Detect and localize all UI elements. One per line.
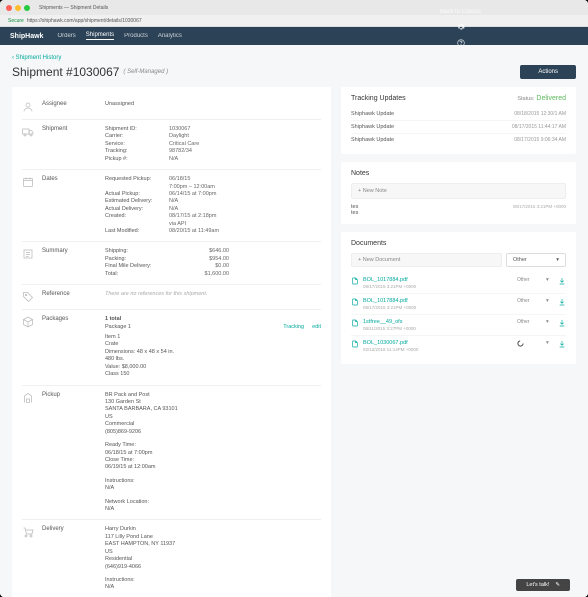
- chevron-down-icon[interactable]: ▾: [546, 319, 554, 325]
- pickup-icon: [22, 392, 34, 514]
- delivery-icon: [22, 526, 34, 591]
- file-icon: [351, 298, 359, 306]
- document-filter-select[interactable]: Other ▾: [506, 253, 566, 267]
- delivery-label: Delivery: [42, 526, 97, 591]
- truck-icon: [22, 126, 34, 163]
- download-icon[interactable]: [558, 298, 566, 306]
- notes-panel: Notes + New Note tes tes08/17/2015 3:21P…: [341, 162, 576, 224]
- chevron-down-icon[interactable]: ▾: [546, 298, 554, 304]
- page-title: Shipment #1030067: [12, 65, 119, 79]
- notes-title: Notes: [351, 170, 369, 177]
- chat-icon: ✎: [555, 582, 560, 588]
- package-name: Package 1: [105, 324, 131, 331]
- status-label: Status:: [517, 96, 534, 102]
- reference-label: Reference: [42, 291, 97, 303]
- details-panel: Assignee Unassigned Shipment Shipment ID…: [12, 87, 331, 597]
- delivery-instructions: Instructions: N/A: [105, 577, 321, 592]
- pickup-network: Network Location: N/A: [105, 499, 321, 514]
- file-icon: [351, 277, 359, 285]
- pickup-label: Pickup: [42, 392, 97, 514]
- document-item: BOL_1030067.pdf02/12/2018 11:14PM +0000 …: [351, 336, 566, 356]
- nav-shipments[interactable]: Shipments: [86, 32, 114, 40]
- tab-title: Shipments — Shipment Details: [39, 5, 108, 11]
- delivery-address: Harry Durkin 117 Lilly Pond Lane EAST HA…: [105, 526, 321, 571]
- tracking-item[interactable]: Shiphawk Update08/17/2015 11:44:17 AM: [351, 121, 566, 134]
- maximize-window[interactable]: [24, 5, 30, 11]
- documents-panel: Documents + New Document Other ▾ BOL_101…: [341, 232, 576, 364]
- nav-products[interactable]: Products: [124, 33, 148, 39]
- document-name[interactable]: 1stfree__49_ofs08/11/2015 3:27PM +0000: [363, 319, 513, 331]
- tracking-item[interactable]: Shiphawk Update08/18/2015 12:30/1 AM: [351, 108, 566, 121]
- file-icon: [351, 340, 359, 348]
- document-name[interactable]: BOL_1030067.pdf02/12/2018 11:14PM +0000: [363, 340, 513, 352]
- dates-label: Dates: [42, 176, 97, 235]
- secure-badge: Secure: [8, 18, 24, 24]
- pickup-address: BR Pack and Post 130 Garden St SANTA BAR…: [105, 392, 321, 437]
- pickup-ready: Ready Time: 06/18/15 at 7:00pm Close Tim…: [105, 442, 321, 472]
- minimize-window[interactable]: [15, 5, 21, 11]
- tracking-panel: Tracking Updates Status: Delivered Shiph…: [341, 87, 576, 154]
- summary-label: Summary: [42, 248, 97, 278]
- package-details: Item 1 Crate Dimensions: 48 x 48 x 54 in…: [105, 334, 321, 379]
- document-item: 1stfree__49_ofs08/11/2015 3:27PM +0000 O…: [351, 315, 566, 336]
- tracking-title: Tracking Updates: [351, 95, 406, 102]
- chevron-down-icon: ▾: [556, 257, 559, 263]
- assignee-value: Unassigned: [105, 101, 321, 113]
- document-name[interactable]: BOL_1017884.pdf08/17/2015 3:21PM +0000: [363, 298, 513, 310]
- nav-orders[interactable]: Orders: [57, 33, 75, 39]
- back-to-classic[interactable]: Back to Classic: [440, 9, 481, 15]
- chat-label: Let's talk!: [526, 582, 549, 588]
- document-name[interactable]: BOL_1017884.pdf08/17/2015 3:21PM +0000: [363, 277, 513, 289]
- tag-icon: [22, 291, 34, 303]
- page-content: ‹ Shipment History Shipment #1030067 ( S…: [0, 45, 588, 597]
- download-icon[interactable]: [558, 319, 566, 327]
- breadcrumb-back[interactable]: ‹ Shipment History: [12, 55, 576, 61]
- shipment-label: Shipment: [42, 126, 97, 163]
- package-tracking-link[interactable]: Tracking: [283, 324, 304, 331]
- calendar-icon: [22, 176, 34, 235]
- add-document-button[interactable]: + New Document: [351, 253, 502, 267]
- summary-icon: [22, 248, 34, 278]
- document-item: BOL_1017884.pdf08/17/2015 3:21PM +0000 O…: [351, 273, 566, 294]
- nav-analytics[interactable]: Analytics: [158, 33, 182, 39]
- breadcrumb-label: Shipment History: [16, 55, 62, 61]
- download-icon[interactable]: [558, 340, 566, 348]
- file-icon: [351, 319, 359, 327]
- logo[interactable]: ShipHawk: [10, 33, 43, 40]
- reference-value: There are no references for this shipmen…: [105, 291, 321, 303]
- document-item: BOL_1017884.pdf08/17/2015 3:21PM +0000 O…: [351, 294, 566, 315]
- chevron-down-icon[interactable]: ▾: [546, 340, 554, 346]
- package-icon: [22, 316, 34, 378]
- page-subtitle: ( Self-Managed ): [123, 69, 168, 75]
- add-note-button[interactable]: + New Note: [351, 183, 566, 199]
- actions-button[interactable]: Actions: [520, 65, 576, 79]
- packages-total: 1 total: [105, 316, 321, 323]
- packages-label: Packages: [42, 316, 97, 378]
- chevron-down-icon[interactable]: ▾: [546, 277, 554, 283]
- status-value: Delivered: [536, 95, 566, 102]
- assignee-label: Assignee: [42, 101, 97, 113]
- pickup-instructions: Instructions: N/A: [105, 478, 321, 493]
- filter-value: Other: [513, 257, 556, 263]
- chat-widget[interactable]: Let's talk! ✎: [516, 579, 570, 591]
- top-nav: ShipHawk Orders Shipments Products Analy…: [0, 27, 588, 45]
- note-item: tes tes08/17/2015 3:21PM +0000: [351, 204, 566, 216]
- download-icon[interactable]: [558, 277, 566, 285]
- gear-icon[interactable]: [457, 23, 465, 31]
- package-edit-link[interactable]: edit: [312, 324, 321, 331]
- tracking-item[interactable]: Shiphawk Update08/17/2015 9:06:34 AM: [351, 134, 566, 146]
- user-icon: [22, 101, 34, 113]
- close-window[interactable]: [6, 5, 12, 11]
- documents-title: Documents: [351, 240, 386, 247]
